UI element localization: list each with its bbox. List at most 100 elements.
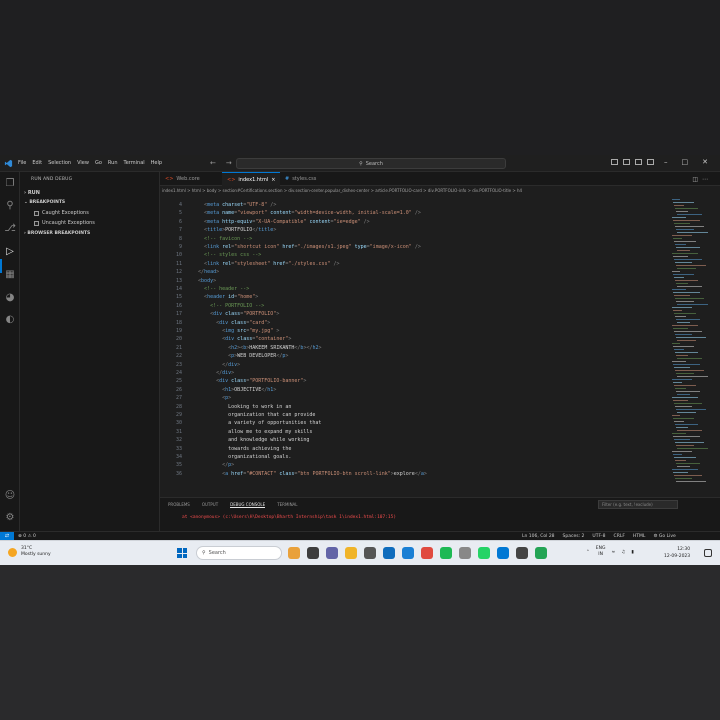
clock[interactable]: 12:30 12-09-2023 (664, 546, 690, 560)
spotify-icon[interactable] (440, 547, 452, 559)
menu-file[interactable]: File (18, 160, 26, 166)
vscode-taskbar-icon[interactable] (497, 547, 509, 559)
encoding[interactable]: UTF-8 (592, 534, 605, 539)
chrome-browser-icon[interactable] (421, 547, 433, 559)
code-line[interactable]: 32 and knowledge while working (160, 436, 309, 444)
toggle-secondary-sidebar-icon[interactable] (635, 159, 642, 165)
code-line[interactable]: 6 <meta http-equiv="X-UA-Compatible" con… (160, 218, 370, 226)
battery-icon[interactable]: ▮ (631, 550, 633, 555)
extensions-icon[interactable]: ▦ (4, 269, 16, 281)
code-line[interactable]: 18 <div class="card"> (160, 319, 270, 327)
run-debug-icon[interactable]: ▷ (4, 246, 16, 258)
code-line[interactable]: 30 a variety of opportunities that (160, 419, 321, 427)
code-line[interactable]: 35 </p> (160, 461, 234, 469)
customize-layout-icon[interactable] (647, 159, 654, 165)
close-tab-icon[interactable]: × (271, 177, 275, 183)
edge-browser-icon[interactable] (383, 547, 395, 559)
language-mode[interactable]: HTML (633, 534, 646, 539)
settings-gear-icon[interactable]: ⚙ (4, 512, 16, 524)
code-line[interactable]: 20 <div class="container"> (160, 335, 291, 343)
language-indicator[interactable]: ENG IN (596, 546, 606, 558)
code-line[interactable]: 23 </div> (160, 361, 240, 369)
breakpoints-section[interactable]: ⌄ BREAKPOINTS (24, 200, 65, 205)
uncaught-exceptions-item[interactable]: Uncaught Exceptions (34, 220, 95, 226)
code-line[interactable]: 28 Looking to work in an (160, 403, 291, 411)
code-line[interactable]: 11 <link rel="stylesheet" href="./styles… (160, 260, 340, 268)
search-icon[interactable]: ⚲ (4, 200, 16, 212)
code-line[interactable]: 25 <div class="PORTFOLIO-banner"> (160, 377, 306, 385)
weather-widget[interactable]: 31°C Mostly sunny (8, 546, 51, 558)
edge-devtools-icon[interactable]: ◐ (4, 314, 16, 326)
toggle-panel-icon[interactable] (623, 159, 630, 165)
whatsapp-icon[interactable] (478, 547, 490, 559)
wifi-icon[interactable]: ≈ (611, 550, 615, 555)
code-line[interactable]: 13 <body> (160, 277, 216, 285)
minimize-icon[interactable]: – (664, 158, 668, 166)
problems-count[interactable]: ⊗ 0 ⚠ 0 (18, 534, 36, 539)
menu-selection[interactable]: Selection (48, 160, 71, 166)
file-explorer-icon[interactable] (345, 547, 357, 559)
panel-tab-output[interactable]: OUTPUT (202, 502, 218, 508)
menu-view[interactable]: View (77, 160, 89, 166)
menu-help[interactable]: Help (151, 160, 162, 166)
app-icon[interactable] (459, 547, 471, 559)
menu-go[interactable]: Go (95, 160, 102, 166)
app-icon[interactable] (516, 547, 528, 559)
menu-terminal[interactable]: Terminal (124, 160, 145, 166)
code-line[interactable]: 5 <meta name="viewport" content="width=d… (160, 209, 421, 217)
code-line[interactable]: 22 <p>WEB DEVELOPER</p> (160, 352, 288, 360)
notification-icon[interactable] (704, 549, 712, 557)
code-line[interactable]: 10 <!-- styles css --> (160, 251, 261, 259)
windows-start-icon[interactable] (177, 548, 187, 558)
code-line[interactable]: 34 organizational goals. (160, 453, 291, 461)
minimap[interactable] (672, 199, 712, 499)
forward-arrow-icon[interactable]: → (226, 159, 232, 167)
code-line[interactable]: 17 <div class="PORTFOLIO"> (160, 310, 279, 318)
browser-breakpoints-section[interactable]: › BROWSER BREAKPOINTS (24, 231, 90, 236)
task-view-icon[interactable] (307, 547, 319, 559)
menu-run[interactable]: Run (108, 160, 118, 166)
panel-tab-debug-console[interactable]: DEBUG CONSOLE (230, 502, 266, 508)
maximize-icon[interactable]: □ (682, 158, 689, 166)
more-actions-icon[interactable]: ⋯ (702, 176, 712, 183)
split-editor-icon[interactable]: ◫ (692, 176, 702, 183)
tab-web-core[interactable]: <> Web.core (160, 172, 205, 186)
panel-tab-terminal[interactable]: TERMINAL (277, 502, 297, 508)
code-line[interactable]: 19 <img src="my.jpg" > (160, 327, 279, 335)
code-line[interactable]: 16 <!-- PORTFOLIO --> (160, 302, 264, 310)
remote-explorer-icon[interactable]: ◕ (4, 292, 16, 304)
tab-index1-html[interactable]: <> index1.html × (222, 172, 281, 186)
chevron-up-icon[interactable]: ⌃ (586, 550, 590, 555)
breadcrumb[interactable]: index1.html > html > body > section#Cert… (162, 188, 718, 197)
close-icon[interactable]: ✕ (702, 158, 708, 166)
code-line[interactable]: 24 </div> (160, 369, 234, 377)
explorer-icon[interactable]: ❐ (4, 178, 16, 190)
run-section[interactable]: › RUN (24, 190, 158, 196)
app-icon[interactable] (364, 547, 376, 559)
code-line[interactable]: 21 <h2><b>HAKEEM SRIKANTH</b></h2> (160, 344, 322, 352)
code-line[interactable]: 9 <link rel="shortcut icon" href="./imag… (160, 243, 421, 251)
panel-tab-problems[interactable]: PROBLEMS (168, 502, 190, 508)
code-line[interactable]: 33 towards achieving the (160, 445, 291, 453)
code-line[interactable]: 36 <a href="#CONTACT" class="btn PORTFOL… (160, 470, 427, 478)
code-line[interactable]: 27 <p> (160, 394, 231, 402)
code-line[interactable]: 31 allow me to expand my skills (160, 428, 312, 436)
tab-styles-css[interactable]: # styles.css (280, 172, 321, 186)
code-editor[interactable]: 4 <meta charset="UTF-8" /> 5 <meta name="… (160, 199, 670, 497)
debug-filter-input[interactable]: Filter (e.g. text, !exclude) (598, 500, 678, 509)
code-line[interactable]: 4 <meta charset="UTF-8" /> (160, 201, 276, 209)
app-icon[interactable] (535, 547, 547, 559)
toggle-sidebar-icon[interactable] (611, 159, 618, 165)
checkbox[interactable] (34, 210, 39, 216)
checkbox[interactable] (34, 220, 39, 226)
code-line[interactable]: 15 <header id="home"> (160, 293, 258, 301)
command-center-search[interactable]: ⚲ Search (236, 158, 506, 169)
widgets-app-icon[interactable] (288, 547, 300, 559)
source-control-icon[interactable]: ⎇ (4, 223, 16, 235)
menu-edit[interactable]: Edit (32, 160, 42, 166)
teams-chat-icon[interactable] (326, 547, 338, 559)
cursor-position[interactable]: Ln 106, Col 28 (522, 534, 555, 539)
back-arrow-icon[interactable]: ← (210, 159, 216, 167)
code-line[interactable]: 26 <h1>OBJECTIVE</h1> (160, 386, 276, 394)
store-icon[interactable] (402, 547, 414, 559)
